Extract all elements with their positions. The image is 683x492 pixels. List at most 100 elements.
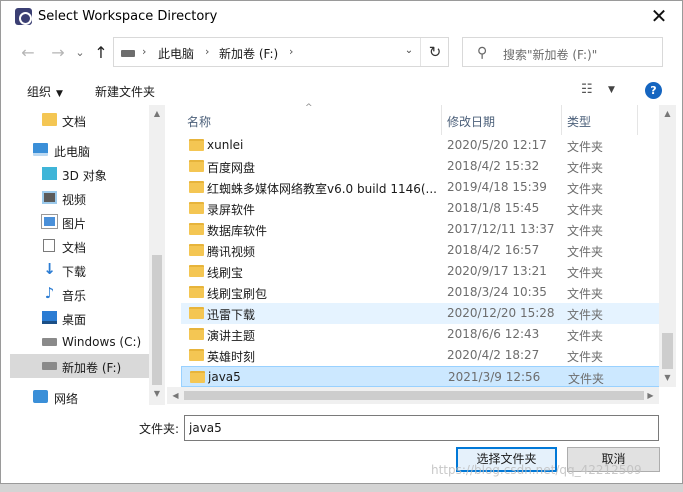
scroll-down-icon[interactable]: ▼	[149, 387, 165, 401]
sidebar-item-desktop[interactable]: 桌面	[10, 306, 150, 330]
file-name: xunlei	[207, 138, 244, 152]
scroll-left-icon[interactable]: ◀	[167, 387, 184, 404]
up-button[interactable]: ↑	[90, 42, 112, 64]
column-divider[interactable]	[561, 105, 562, 135]
table-row[interactable]: 英雄时刻 2020/4/2 18:27 文件夹	[181, 345, 661, 366]
new-folder-button[interactable]: 新建文件夹	[95, 83, 155, 100]
breadcrumb-drive-f[interactable]: 新加卷 (F:)	[219, 45, 278, 62]
sidebar-item-label: 文档	[62, 115, 87, 129]
scroll-right-icon[interactable]: ▶	[642, 387, 659, 404]
recent-locations-button[interactable]: ⌄	[69, 42, 91, 64]
column-divider[interactable]	[441, 105, 442, 135]
drive-icon	[121, 50, 135, 57]
sidebar-item-this-pc[interactable]: 此电脑	[10, 138, 150, 162]
file-name: 迅雷下载	[207, 308, 256, 322]
file-modified: 2018/4/2 15:32	[447, 159, 540, 173]
close-button[interactable]: ✕	[636, 1, 682, 33]
document-icon	[43, 239, 55, 252]
table-row-selected[interactable]: java5 2021/3/9 12:56 文件夹	[181, 366, 661, 387]
column-name[interactable]: 名称	[187, 113, 211, 130]
breadcrumb-this-pc[interactable]: 此电脑	[158, 45, 194, 62]
file-list-vertical-scrollbar[interactable]: ▲ ▼	[659, 105, 676, 387]
sidebar-item-music[interactable]: ♪ 音乐	[10, 282, 150, 306]
scrollbar-thumb[interactable]	[662, 333, 673, 369]
file-modified: 2018/3/24 10:35	[447, 285, 547, 299]
file-modified: 2018/1/8 15:45	[447, 201, 540, 215]
folder-icon	[189, 202, 204, 214]
organize-label: 组织	[27, 85, 52, 99]
file-modified: 2019/4/18 15:39	[447, 180, 547, 194]
file-modified: 2020/4/2 18:27	[447, 348, 540, 362]
table-row[interactable]: 红蜘蛛多媒体网络教室v6.0 build 1146(... 2019/4/18 …	[181, 177, 661, 198]
drive-icon	[42, 362, 57, 370]
sidebar-item-documents-quick[interactable]: 文档	[10, 108, 150, 132]
table-row[interactable]: 演讲主题 2018/6/6 12:43 文件夹	[181, 324, 661, 345]
scroll-up-icon[interactable]: ▲	[659, 107, 676, 121]
file-name: 百度网盘	[207, 161, 256, 175]
table-row[interactable]: 百度网盘 2018/4/2 15:32 文件夹	[181, 156, 661, 177]
sort-ascending-icon: ^	[305, 103, 313, 113]
column-header: ^ 名称 修改日期 类型	[167, 103, 676, 135]
watermark-text: https://blog.csdn.net/qq_42212509	[431, 463, 642, 477]
sidebar-item-network[interactable]: 网络	[10, 385, 150, 409]
scroll-up-icon[interactable]: ▲	[149, 107, 165, 121]
window-title: Select Workspace Directory	[38, 9, 218, 24]
folder-field-label: 文件夹:	[139, 422, 180, 436]
search-box[interactable]: ⚲ 搜索"新加卷 (F:)"	[462, 37, 663, 67]
help-icon[interactable]: ?	[645, 82, 662, 99]
sidebar-item-videos[interactable]: 视频	[10, 186, 150, 210]
forward-button[interactable]: →	[47, 42, 69, 64]
table-row[interactable]: 数据库软件 2017/12/11 13:37 文件夹	[181, 219, 661, 240]
folder-name-field[interactable]	[184, 415, 659, 441]
sidebar-item-drive-f[interactable]: 新加卷 (F:)	[10, 354, 150, 378]
sidebar-item-documents[interactable]: 文档	[10, 234, 150, 258]
sidebar-item-label: 下载	[62, 265, 87, 279]
table-row[interactable]: 迅雷下载 2020/12/20 15:28 文件夹	[181, 303, 661, 324]
folder-icon	[189, 160, 204, 172]
file-type: 文件夹	[567, 329, 604, 343]
table-row[interactable]: 线刷宝刷包 2018/3/24 10:35 文件夹	[181, 282, 661, 303]
column-divider[interactable]	[637, 105, 638, 135]
address-dropdown-button[interactable]: ⌄	[398, 45, 420, 61]
sidebar-item-label: 视频	[62, 193, 87, 207]
file-name: 线刷宝	[207, 266, 244, 280]
breadcrumb-separator-icon: ›	[142, 45, 147, 58]
sidebar-item-label: 音乐	[62, 289, 87, 303]
select-directory-dialog: Select Workspace Directory ✕ ← → ⌄ ↑ › 此…	[0, 0, 683, 484]
folder-icon	[189, 265, 204, 277]
file-type: 文件夹	[567, 287, 604, 301]
file-list-horizontal-scrollbar[interactable]: ◀ ▶	[167, 387, 659, 404]
folder-icon	[190, 371, 205, 383]
folder-icon	[189, 223, 204, 235]
table-row[interactable]: 录屏软件 2018/1/8 15:45 文件夹	[181, 198, 661, 219]
address-bar[interactable]: › 此电脑 › 新加卷 (F:) › ⌄ ↻	[113, 37, 449, 67]
column-type[interactable]: 类型	[567, 113, 591, 130]
view-options-icon[interactable]: ☷	[581, 82, 593, 97]
sidebar-item-label: 此电脑	[54, 145, 91, 159]
file-modified: 2020/5/20 12:17	[447, 138, 547, 152]
table-row[interactable]: 腾讯视频 2018/4/2 16:57 文件夹	[181, 240, 661, 261]
file-name: 线刷宝刷包	[207, 287, 268, 301]
folder-icon	[189, 349, 204, 361]
music-icon: ♪	[44, 284, 55, 302]
scrollbar-thumb[interactable]	[184, 391, 644, 400]
navigation-scrollbar[interactable]: ▲ ▼	[149, 105, 165, 405]
back-button[interactable]: ←	[17, 42, 39, 64]
file-type: 文件夹	[567, 182, 604, 196]
file-modified: 2018/4/2 16:57	[447, 243, 540, 257]
refresh-button[interactable]: ↻	[420, 38, 449, 66]
view-dropdown-icon[interactable]: ▼	[608, 85, 615, 95]
column-modified[interactable]: 修改日期	[447, 113, 495, 130]
picture-icon	[41, 214, 58, 229]
table-row[interactable]: 线刷宝 2020/9/17 13:21 文件夹	[181, 261, 661, 282]
scrollbar-thumb[interactable]	[152, 255, 162, 385]
sidebar-item-3d-objects[interactable]: 3D 对象	[10, 162, 150, 186]
sidebar-item-windows-c[interactable]: Windows (C:)	[10, 330, 150, 354]
table-row[interactable]: xunlei 2020/5/20 12:17 文件夹	[181, 135, 661, 156]
sidebar-item-pictures[interactable]: 图片	[10, 210, 150, 234]
scroll-down-icon[interactable]: ▼	[659, 371, 676, 385]
organize-menu[interactable]: 组织 ▼	[27, 83, 63, 100]
folder-icon	[189, 244, 204, 256]
video-icon	[42, 191, 57, 204]
sidebar-item-downloads[interactable]: ↓ 下载	[10, 258, 150, 282]
